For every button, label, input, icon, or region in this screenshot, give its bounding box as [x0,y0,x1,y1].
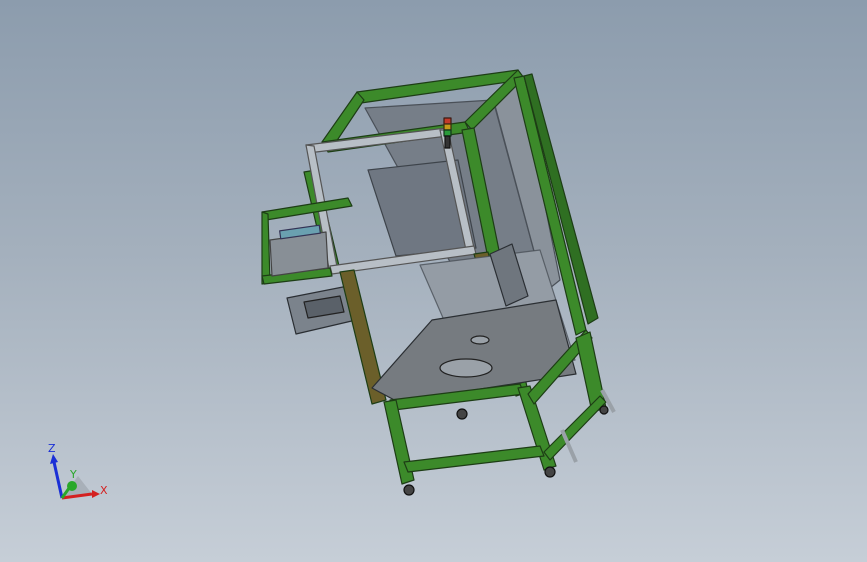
caster-rear [599,405,609,415]
signal-tower-red [443,117,452,125]
x-axis-arrow [92,490,100,498]
z-axis-line [52,461,64,499]
y-axis-sphere [67,481,77,491]
machine-frame-assembly[interactable] [261,69,616,496]
caster-mid [456,408,468,420]
side-box-frame-left [261,211,271,285]
x-axis-label: X [100,484,108,497]
model-viewport[interactable] [0,0,867,562]
caster-front-left [403,484,415,496]
caster-front-right [544,466,556,478]
side-box-panel [269,231,329,277]
signal-tower-base [444,135,451,149]
z-axis-label: Z [48,442,56,455]
signal-tower-green [443,129,452,137]
coordinate-triad: Z Y X [48,442,108,500]
lower-diagonal [543,395,607,461]
lower-frame-bottom [403,445,545,473]
side-box-frame-top [261,197,353,221]
signal-tower-amber [443,123,452,131]
base-plate-hole [439,358,493,378]
base-plate-hole-small [470,335,490,345]
z-axis-arrow [50,454,58,464]
y-axis-label: Y [69,468,77,481]
